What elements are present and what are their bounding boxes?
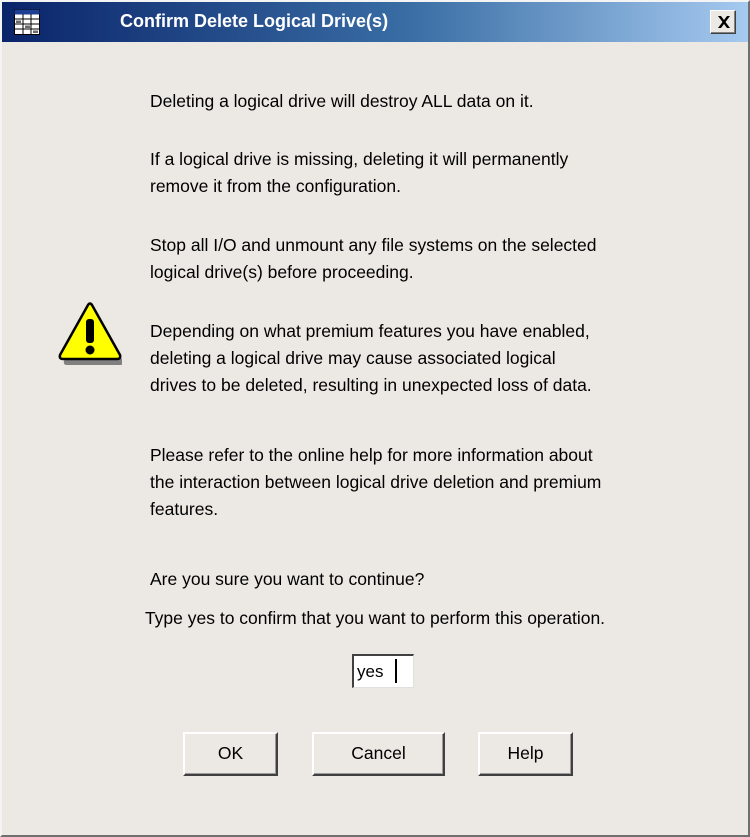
dialog-title: Confirm Delete Logical Drive(s) (120, 11, 389, 31)
confirm-text-field[interactable] (352, 654, 414, 688)
text-caret (395, 659, 397, 683)
help-button[interactable]: Help (478, 732, 573, 776)
message-paragraph: Stop all I/O and unmount any file system… (150, 232, 730, 286)
message-line: logical drive(s) before proceeding. (150, 262, 414, 282)
message-line: Stop all I/O and unmount any file system… (150, 235, 597, 255)
title-bar[interactable]: Confirm Delete Logical Drive(s) (2, 2, 748, 42)
message-line: drives to be deleted, resulting in unexp… (150, 375, 592, 395)
message-line: deleting a logical drive may cause assoc… (150, 348, 556, 368)
message-line: Are you sure you want to continue? (150, 569, 425, 589)
confirm-delete-dialog: Confirm Delete Logical Drive(s) Deleting… (0, 0, 750, 837)
cancel-button[interactable]: Cancel (312, 732, 445, 776)
grid-app-icon (14, 9, 40, 35)
message-paragraph: Are you sure you want to continue? (150, 566, 730, 593)
message-paragraph: Depending on what premium features you h… (150, 318, 730, 399)
message-paragraph: If a logical drive is missing, deleting … (150, 146, 730, 200)
message-line: remove it from the configuration. (150, 176, 401, 196)
message-line: Depending on what premium features you h… (150, 321, 590, 341)
confirm-prompt: Type yes to confirm that you want to per… (144, 608, 606, 628)
message-paragraph: Deleting a logical drive will destroy AL… (150, 88, 730, 115)
warning-exclamation-icon (58, 302, 124, 366)
message-line: Please refer to the online help for more… (150, 445, 593, 465)
message-line: the interaction between logical drive de… (150, 472, 602, 492)
ok-button[interactable]: OK (183, 732, 278, 776)
message-line: If a logical drive is missing, deleting … (150, 149, 569, 169)
message-paragraph: Please refer to the online help for more… (150, 442, 730, 523)
message-line: Deleting a logical drive will destroy AL… (150, 91, 534, 111)
message-line: features. (150, 499, 219, 519)
close-button[interactable] (710, 10, 736, 34)
